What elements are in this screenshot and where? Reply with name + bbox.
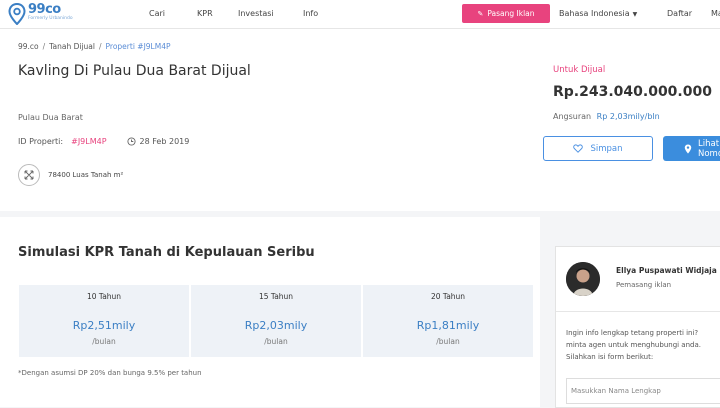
tenor-years: 15 Tahun: [258, 292, 294, 301]
location-pin-icon: [8, 3, 26, 25]
nav-daftar[interactable]: Daftar: [667, 9, 692, 18]
expand-arrows-icon: [18, 164, 40, 186]
tenor-unit: /bulan: [264, 337, 288, 346]
clock-icon: [126, 137, 136, 146]
logo-tagline: Formerly Urbanindo: [28, 16, 73, 21]
tenor-amount: Rp2,03mily: [244, 319, 308, 332]
map-pin-icon: [684, 144, 692, 153]
land-area-row: 78400 Luas Tanah m²: [18, 164, 123, 186]
breadcrumb-home[interactable]: 99.co: [18, 42, 39, 51]
logo-name: 99co: [28, 2, 61, 17]
language-selector[interactable]: Bahasa Indonesia ▼: [559, 9, 637, 18]
listing-location: Pulau Dua Barat: [18, 113, 83, 122]
listing-status: Untuk Dijual: [553, 65, 606, 75]
tenor-years: 20 Tahun: [430, 292, 466, 301]
property-id-row: ID Properti: #J9LM4P 28 Feb 2019: [18, 137, 189, 146]
view-number-button[interactable]: Lihat Nomor: [663, 136, 720, 161]
post-ad-button[interactable]: ✎ Pasang Iklan: [462, 4, 550, 23]
installment-value: Rp 2,03mily/bln: [596, 112, 660, 121]
nav-investasi[interactable]: Investasi: [238, 9, 274, 18]
post-ad-label: Pasang Iklan: [487, 9, 535, 18]
listing-summary-card: 99.co / Tanah Dijual / Properti #J9LM4P Kavl…: [0, 29, 720, 211]
avatar: [566, 262, 600, 296]
view-number-label: Lihat Nomor: [698, 138, 720, 159]
tenor-card-20[interactable]: 20 Tahun Rp1,81mily /bulan: [363, 285, 533, 357]
tenor-unit: /bulan: [92, 337, 116, 346]
simulation-note: *Dengan asumsi DP 20% dan bunga 9.5% per…: [18, 369, 202, 377]
breadcrumb-current[interactable]: Properti #J9LM4P: [106, 42, 171, 51]
nav-masuk[interactable]: Ma: [711, 9, 720, 18]
caret-down-icon: ▼: [632, 11, 638, 18]
pencil-icon: ✎: [477, 9, 484, 18]
contact-prompt: Ingin info lengkap tetang properti ini? …: [566, 329, 701, 361]
tenor-amount: Rp2,51mily: [72, 319, 136, 332]
top-navbar: 99co Formerly Urbanindo Cari KPR Investa…: [0, 0, 720, 29]
language-label: Bahasa Indonesia: [559, 9, 630, 18]
simulation-title: Simulasi KPR Tanah di Kepulauan Seribu: [18, 245, 315, 260]
agent-contact-card: Ellya Puspawati Widjaja Pemasang iklan I…: [555, 246, 720, 408]
tenor-card-10[interactable]: 10 Tahun Rp2,51mily /bulan: [19, 285, 189, 357]
nav-info[interactable]: Info: [303, 9, 318, 18]
mortgage-simulation-card: Simulasi KPR Tanah di Kepulauan Seribu 1…: [0, 217, 540, 407]
divider: [556, 311, 720, 312]
nav-cari[interactable]: Cari: [149, 9, 165, 18]
breadcrumb: 99.co / Tanah Dijual / Properti #J9LM4P: [18, 42, 171, 51]
property-id-value: #J9LM4P: [71, 137, 107, 146]
heart-icon: [573, 144, 584, 153]
agent-name[interactable]: Ellya Puspawati Widjaja: [616, 266, 717, 275]
tenor-years: 10 Tahun: [86, 292, 122, 301]
full-name-input[interactable]: [566, 378, 720, 404]
logo[interactable]: 99co Formerly Urbanindo: [8, 3, 73, 25]
installment-label: Angsuran: [553, 112, 592, 121]
save-button[interactable]: Simpan: [543, 136, 653, 161]
nav-kpr[interactable]: KPR: [197, 9, 213, 18]
property-id-label: ID Properti:: [18, 137, 64, 146]
tenor-card-15[interactable]: 15 Tahun Rp2,03mily /bulan: [191, 285, 361, 357]
agent-role: Pemasang iklan: [616, 281, 672, 289]
breadcrumb-category[interactable]: Tanah Dijual: [49, 42, 95, 51]
save-label: Simpan: [590, 143, 623, 154]
tenor-amount: Rp1,81mily: [416, 319, 480, 332]
listing-date: 28 Feb 2019: [139, 137, 190, 146]
page-title: Kavling Di Pulau Dua Barat Dijual: [18, 63, 251, 79]
listing-price: Rp.243.040.000.000: [553, 84, 712, 100]
installment-row: Angsuran Rp 2,03mily/bln: [553, 112, 660, 121]
tenor-unit: /bulan: [436, 337, 460, 346]
land-area-value: 78400 Luas Tanah m²: [48, 171, 124, 179]
